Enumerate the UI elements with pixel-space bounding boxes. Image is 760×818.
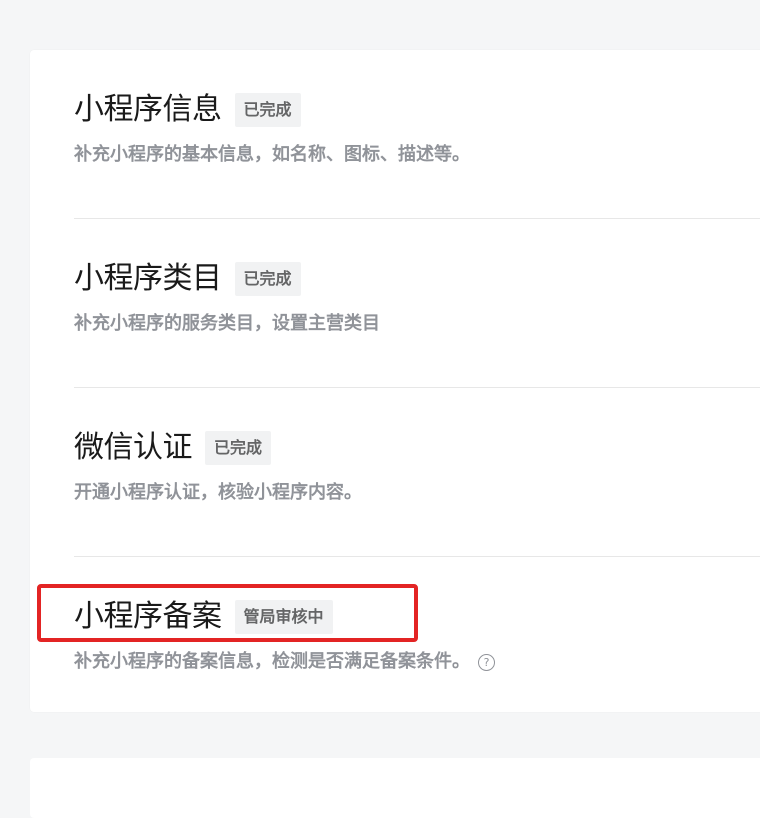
section-title: 小程序信息 <box>74 92 222 127</box>
help-icon[interactable]: ? <box>478 653 495 671</box>
status-badge: 管局审核中 <box>234 600 333 634</box>
divider <box>74 218 760 219</box>
section-description: 开通小程序认证，核验小程序内容。 <box>74 482 362 503</box>
section-description: 补充小程序的备案信息，检测是否满足备案条件。 <box>74 651 470 672</box>
section-title: 微信认证 <box>74 430 193 465</box>
section-description: 补充小程序的服务类目，设置主营类目 <box>74 313 380 334</box>
section-title: 小程序类目 <box>74 261 222 296</box>
next-card <box>30 758 760 818</box>
divider <box>74 387 760 388</box>
section-mini-program-info[interactable]: 小程序信息 已完成 补充小程序的基本信息，如名称、图标、描述等。 <box>74 92 760 166</box>
section-wechat-verification[interactable]: 微信认证 已完成 开通小程序认证，核验小程序内容。 <box>74 430 760 504</box>
section-mini-program-filing[interactable]: 小程序备案 管局审核中 补充小程序的备案信息，检测是否满足备案条件。 ? <box>74 599 760 673</box>
section-description: 补充小程序的基本信息，如名称、图标、描述等。 <box>74 144 470 165</box>
section-mini-program-category[interactable]: 小程序类目 已完成 补充小程序的服务类目，设置主营类目 <box>74 261 760 335</box>
status-badge: 已完成 <box>205 431 272 465</box>
section-description-row: 补充小程序的备案信息，检测是否满足备案条件。 ? <box>74 651 760 673</box>
section-title: 小程序备案 <box>74 599 222 634</box>
status-badge: 已完成 <box>234 93 301 127</box>
status-badge: 已完成 <box>234 262 301 296</box>
divider <box>74 556 760 557</box>
